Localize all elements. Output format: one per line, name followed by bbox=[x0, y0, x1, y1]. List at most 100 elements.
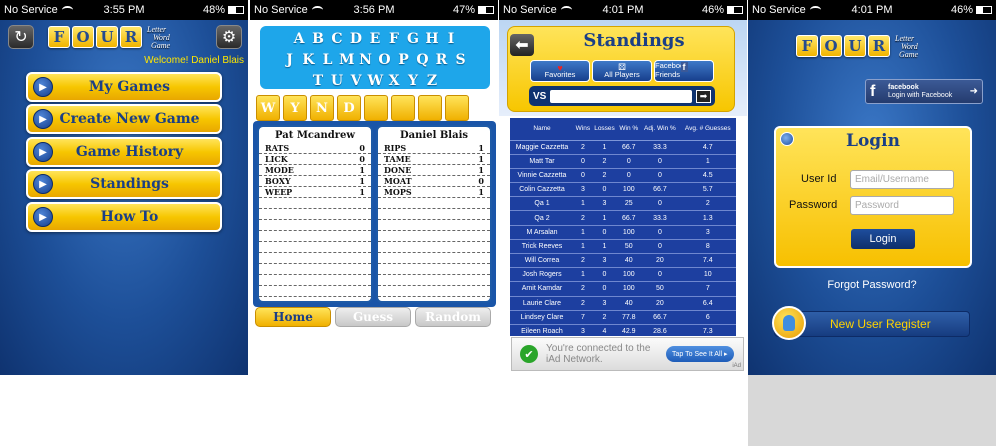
table-row[interactable]: Josh Rogers 1 0 100 0 10 bbox=[510, 267, 736, 283]
home-button[interactable]: Home bbox=[255, 307, 331, 327]
guess-button[interactable]: Guess bbox=[335, 307, 411, 327]
ad-button[interactable]: Tap To See It All ▸ bbox=[666, 346, 734, 362]
wifi-icon bbox=[560, 6, 572, 14]
table-row[interactable]: Maggie Cazzetta 2 1 66.7 33.3 4.7 bbox=[510, 140, 736, 155]
table-row[interactable]: Eileen Roach 3 4 42.9 28.6 7.3 bbox=[510, 324, 736, 336]
arrow-right-icon: ➜ bbox=[969, 86, 978, 97]
table-cell: 66.7 bbox=[617, 140, 641, 155]
random-button[interactable]: Random bbox=[415, 307, 491, 327]
back-arrow-icon[interactable]: ⬅ bbox=[510, 34, 534, 56]
letter-key[interactable]: D bbox=[349, 31, 364, 47]
vs-search-bar: VS ➡ bbox=[529, 86, 715, 106]
column-header[interactable]: Win % bbox=[617, 118, 641, 141]
letter-key[interactable]: I bbox=[444, 31, 459, 47]
guess-slot[interactable]: N bbox=[310, 95, 334, 121]
table-row[interactable]: Laurie Clare 2 3 40 20 6.4 bbox=[510, 296, 736, 311]
letter-key[interactable]: Y bbox=[406, 73, 421, 89]
battery-icon bbox=[976, 6, 992, 15]
guess-slot[interactable]: D bbox=[337, 95, 361, 121]
column-header[interactable]: Avg. # Guesses bbox=[679, 118, 736, 141]
arrow-right-icon: ▶ bbox=[33, 174, 53, 194]
table-cell: 100 bbox=[617, 281, 641, 297]
letter-key[interactable]: W bbox=[368, 73, 384, 89]
column-header[interactable]: Name bbox=[510, 118, 574, 141]
create-new-game-button[interactable]: ▶ Create New Game bbox=[26, 104, 222, 134]
letter-key[interactable]: H bbox=[425, 31, 440, 47]
letter-key[interactable]: B bbox=[311, 31, 326, 47]
table-row[interactable]: Matt Tar 0 2 0 0 1 bbox=[510, 154, 736, 169]
letter-key[interactable]: F bbox=[387, 31, 402, 47]
column-header[interactable]: Adj. Win % bbox=[640, 118, 680, 141]
table-cell: Lindsey Clare bbox=[510, 310, 574, 325]
letter-key[interactable]: K bbox=[301, 52, 316, 68]
guess-slot[interactable]: Y bbox=[283, 95, 307, 121]
letter-key[interactable]: S bbox=[453, 52, 468, 68]
letter-key[interactable]: G bbox=[406, 31, 421, 47]
iad-banner[interactable]: ✔ You're connected to the iAd Network. T… bbox=[511, 337, 744, 371]
column-header[interactable]: Wins bbox=[574, 118, 592, 141]
letter-key[interactable]: X bbox=[387, 73, 402, 89]
table-cell: M Arsalan bbox=[510, 225, 574, 240]
letter-key[interactable]: T bbox=[311, 73, 326, 89]
word-row bbox=[259, 231, 371, 242]
game-history-button[interactable]: ▶ Game History bbox=[26, 137, 222, 167]
forgot-password-link[interactable]: Forgot Password? bbox=[748, 279, 996, 291]
column-header[interactable]: Losses bbox=[591, 118, 618, 141]
guess-slot[interactable] bbox=[418, 95, 442, 121]
letter-key[interactable]: U bbox=[330, 73, 345, 89]
status-bar: No Service 4:01 PM 46% bbox=[748, 0, 996, 20]
standings-button[interactable]: ▶ Standings bbox=[26, 169, 222, 199]
table-row[interactable]: Qa 2 2 1 66.7 33.3 1.3 bbox=[510, 210, 736, 226]
table-row[interactable]: Lindsey Clare 7 2 77.8 66.7 6 bbox=[510, 310, 736, 325]
letter-key[interactable]: Q bbox=[415, 52, 430, 68]
battery-percent: 46% bbox=[701, 4, 724, 16]
letter-key[interactable]: M bbox=[339, 52, 355, 68]
letter-key[interactable]: E bbox=[368, 31, 383, 47]
guess-slot[interactable] bbox=[445, 95, 469, 121]
login-button[interactable]: Login bbox=[851, 229, 915, 249]
table-cell: Josh Rogers bbox=[510, 267, 574, 283]
facebook-friends-tab[interactable]: f Facebook Friends bbox=[654, 60, 714, 82]
user-id-input[interactable]: Email/Username bbox=[850, 170, 954, 189]
table-row[interactable]: Will Correa 2 3 40 20 7.4 bbox=[510, 253, 736, 269]
letter-key[interactable]: L bbox=[320, 52, 335, 68]
letter-key[interactable]: C bbox=[330, 31, 345, 47]
word-row bbox=[378, 198, 490, 209]
guess-slot[interactable]: W bbox=[256, 95, 280, 121]
screen-main-menu: No Service 3:55 PM 48% ↻ F O U R Letter W… bbox=[0, 0, 248, 375]
gear-icon[interactable]: ⚙ bbox=[216, 25, 242, 49]
letter-key[interactable]: J bbox=[282, 52, 297, 68]
password-input[interactable]: Password bbox=[850, 196, 954, 215]
letter-key[interactable]: V bbox=[349, 73, 364, 89]
guess-slot[interactable] bbox=[391, 95, 415, 121]
how-to-button[interactable]: ▶ How To bbox=[26, 202, 222, 232]
table-cell: 2 bbox=[574, 296, 592, 311]
letter-key[interactable]: O bbox=[377, 52, 392, 68]
facebook-login-button[interactable]: f facebook Login with Facebook ➜ bbox=[865, 79, 983, 104]
table-row[interactable]: Vinnie Cazzetta 0 2 0 0 4.5 bbox=[510, 168, 736, 184]
refresh-icon[interactable]: ↻ bbox=[8, 25, 34, 49]
word-row bbox=[378, 275, 490, 286]
favorites-tab[interactable]: ♥ Favorites bbox=[530, 60, 590, 82]
my-games-button[interactable]: ▶ My Games bbox=[26, 72, 222, 102]
letter-key[interactable]: Z bbox=[425, 73, 440, 89]
letter-key[interactable]: R bbox=[434, 52, 449, 68]
table-row[interactable]: M Arsalan 1 0 100 0 3 bbox=[510, 225, 736, 240]
arrow-right-icon: ▶ bbox=[33, 109, 53, 129]
go-arrow-icon[interactable]: ➡ bbox=[696, 89, 711, 103]
all-players-tab[interactable]: ⚄ All Players bbox=[592, 60, 652, 82]
table-row[interactable]: Qa 1 1 3 25 0 2 bbox=[510, 196, 736, 212]
table-row[interactable]: Trick Reeves 1 1 50 0 8 bbox=[510, 239, 736, 255]
vs-search-input[interactable] bbox=[550, 89, 692, 103]
word-row: MOPS 1 bbox=[378, 187, 490, 198]
table-row[interactable]: Amit Kamdar 2 0 100 50 7 bbox=[510, 281, 736, 297]
guess-slot[interactable] bbox=[364, 95, 388, 121]
table-cell: 33.3 bbox=[640, 140, 680, 155]
letter-key[interactable]: P bbox=[396, 52, 411, 68]
table-cell: 28.6 bbox=[640, 324, 680, 336]
letter-key[interactable]: N bbox=[358, 52, 373, 68]
battery-percent: 48% bbox=[202, 4, 225, 16]
letter-key[interactable]: A bbox=[292, 31, 307, 47]
table-row[interactable]: Colin Cazzetta 3 0 100 66.7 5.7 bbox=[510, 182, 736, 198]
carrier-label: No Service bbox=[254, 4, 308, 16]
